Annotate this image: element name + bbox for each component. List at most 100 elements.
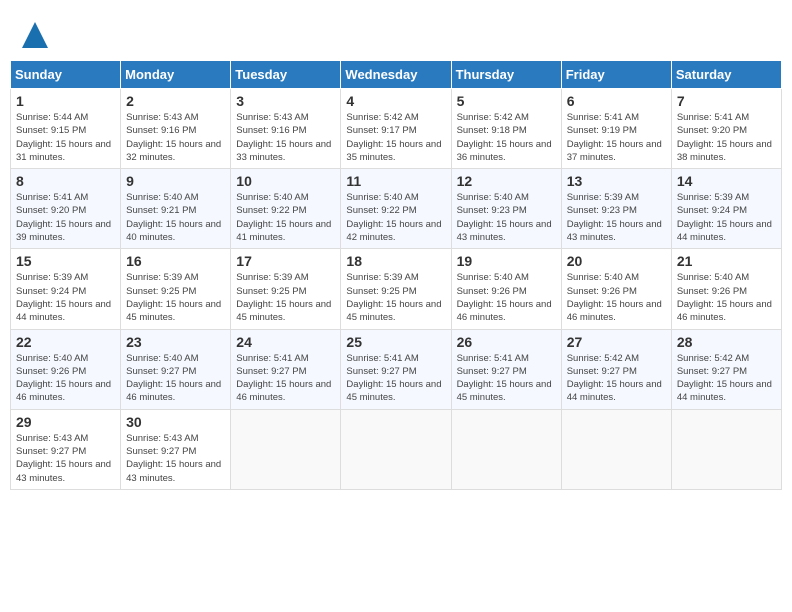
day-info: Sunrise: 5:43 AMSunset: 9:27 PMDaylight:… bbox=[126, 432, 225, 485]
calendar-cell: 8 Sunrise: 5:41 AMSunset: 9:20 PMDaylight… bbox=[11, 169, 121, 249]
calendar-cell: 11 Sunrise: 5:40 AMSunset: 9:22 PMDayligh… bbox=[341, 169, 451, 249]
day-number: 16 bbox=[126, 253, 225, 269]
day-info: Sunrise: 5:40 AMSunset: 9:26 PMDaylight:… bbox=[567, 271, 666, 324]
day-number: 1 bbox=[16, 93, 115, 109]
calendar-cell: 1 Sunrise: 5:44 AMSunset: 9:15 PMDaylight… bbox=[11, 89, 121, 169]
calendar-cell: 22 Sunrise: 5:40 AMSunset: 9:26 PMDayligh… bbox=[11, 329, 121, 409]
calendar-cell: 4 Sunrise: 5:42 AMSunset: 9:17 PMDaylight… bbox=[341, 89, 451, 169]
weekday-header-monday: Monday bbox=[121, 61, 231, 89]
calendar-cell: 2 Sunrise: 5:43 AMSunset: 9:16 PMDaylight… bbox=[121, 89, 231, 169]
day-info: Sunrise: 5:39 AMSunset: 9:25 PMDaylight:… bbox=[126, 271, 225, 324]
day-number: 20 bbox=[567, 253, 666, 269]
day-info: Sunrise: 5:41 AMSunset: 9:20 PMDaylight:… bbox=[16, 191, 115, 244]
day-number: 19 bbox=[457, 253, 556, 269]
day-info: Sunrise: 5:42 AMSunset: 9:17 PMDaylight:… bbox=[346, 111, 445, 164]
calendar-cell: 14Sunrise: 5:39 AMSunset: 9:24 PMDayligh… bbox=[671, 169, 781, 249]
day-number: 30 bbox=[126, 414, 225, 430]
day-info: Sunrise: 5:41 AMSunset: 9:27 PMDaylight:… bbox=[346, 352, 445, 405]
calendar-cell: 10 Sunrise: 5:40 AMSunset: 9:22 PMDayligh… bbox=[231, 169, 341, 249]
calendar-cell: 19 Sunrise: 5:40 AMSunset: 9:26 PMDayligh… bbox=[451, 249, 561, 329]
calendar-cell: 16 Sunrise: 5:39 AMSunset: 9:25 PMDayligh… bbox=[121, 249, 231, 329]
page-header bbox=[10, 10, 782, 55]
day-number: 21 bbox=[677, 253, 776, 269]
calendar-cell: 6 Sunrise: 5:41 AMSunset: 9:19 PMDaylight… bbox=[561, 89, 671, 169]
calendar-cell: 30 Sunrise: 5:43 AMSunset: 9:27 PMDayligh… bbox=[121, 409, 231, 489]
weekday-header-tuesday: Tuesday bbox=[231, 61, 341, 89]
day-number: 17 bbox=[236, 253, 335, 269]
calendar-cell: 18 Sunrise: 5:39 AMSunset: 9:25 PMDayligh… bbox=[341, 249, 451, 329]
weekday-header-wednesday: Wednesday bbox=[341, 61, 451, 89]
day-number: 4 bbox=[346, 93, 445, 109]
weekday-header-friday: Friday bbox=[561, 61, 671, 89]
day-info: Sunrise: 5:39 AMSunset: 9:24 PMDaylight:… bbox=[677, 191, 776, 244]
calendar-cell bbox=[561, 409, 671, 489]
calendar-cell bbox=[671, 409, 781, 489]
calendar-cell: 27 Sunrise: 5:42 AMSunset: 9:27 PMDayligh… bbox=[561, 329, 671, 409]
day-info: Sunrise: 5:39 AMSunset: 9:23 PMDaylight:… bbox=[567, 191, 666, 244]
day-info: Sunrise: 5:43 AMSunset: 9:16 PMDaylight:… bbox=[126, 111, 225, 164]
day-number: 3 bbox=[236, 93, 335, 109]
weekday-header-thursday: Thursday bbox=[451, 61, 561, 89]
calendar-cell: 25 Sunrise: 5:41 AMSunset: 9:27 PMDayligh… bbox=[341, 329, 451, 409]
day-info: Sunrise: 5:39 AMSunset: 9:24 PMDaylight:… bbox=[16, 271, 115, 324]
weekday-header-saturday: Saturday bbox=[671, 61, 781, 89]
day-number: 8 bbox=[16, 173, 115, 189]
day-info: Sunrise: 5:42 AMSunset: 9:27 PMDaylight:… bbox=[567, 352, 666, 405]
weekday-header-sunday: Sunday bbox=[11, 61, 121, 89]
day-info: Sunrise: 5:41 AMSunset: 9:19 PMDaylight:… bbox=[567, 111, 666, 164]
calendar-cell bbox=[231, 409, 341, 489]
day-number: 18 bbox=[346, 253, 445, 269]
calendar-cell: 24 Sunrise: 5:41 AMSunset: 9:27 PMDayligh… bbox=[231, 329, 341, 409]
day-info: Sunrise: 5:39 AMSunset: 9:25 PMDaylight:… bbox=[346, 271, 445, 324]
calendar-cell: 12 Sunrise: 5:40 AMSunset: 9:23 PMDayligh… bbox=[451, 169, 561, 249]
day-number: 15 bbox=[16, 253, 115, 269]
day-number: 5 bbox=[457, 93, 556, 109]
calendar-cell: 26 Sunrise: 5:41 AMSunset: 9:27 PMDayligh… bbox=[451, 329, 561, 409]
day-info: Sunrise: 5:40 AMSunset: 9:26 PMDaylight:… bbox=[16, 352, 115, 405]
calendar-cell: 9 Sunrise: 5:40 AMSunset: 9:21 PMDaylight… bbox=[121, 169, 231, 249]
calendar-cell: 23Sunrise: 5:40 AMSunset: 9:27 PMDayligh… bbox=[121, 329, 231, 409]
day-number: 22 bbox=[16, 334, 115, 350]
day-number: 13 bbox=[567, 173, 666, 189]
calendar-cell: 21 Sunrise: 5:40 AMSunset: 9:26 PMDayligh… bbox=[671, 249, 781, 329]
day-info: Sunrise: 5:41 AMSunset: 9:27 PMDaylight:… bbox=[457, 352, 556, 405]
calendar-cell: 20 Sunrise: 5:40 AMSunset: 9:26 PMDayligh… bbox=[561, 249, 671, 329]
day-info: Sunrise: 5:40 AMSunset: 9:26 PMDaylight:… bbox=[677, 271, 776, 324]
calendar-cell: 15 Sunrise: 5:39 AMSunset: 9:24 PMDayligh… bbox=[11, 249, 121, 329]
day-number: 7 bbox=[677, 93, 776, 109]
calendar-cell bbox=[451, 409, 561, 489]
calendar-cell: 17Sunrise: 5:39 AMSunset: 9:25 PMDayligh… bbox=[231, 249, 341, 329]
calendar-cell bbox=[341, 409, 451, 489]
day-number: 25 bbox=[346, 334, 445, 350]
day-number: 9 bbox=[126, 173, 225, 189]
day-info: Sunrise: 5:43 AMSunset: 9:16 PMDaylight:… bbox=[236, 111, 335, 164]
day-info: Sunrise: 5:40 AMSunset: 9:21 PMDaylight:… bbox=[126, 191, 225, 244]
calendar-cell: 3 Sunrise: 5:43 AMSunset: 9:16 PMDaylight… bbox=[231, 89, 341, 169]
day-info: Sunrise: 5:40 AMSunset: 9:22 PMDaylight:… bbox=[346, 191, 445, 244]
day-info: Sunrise: 5:40 AMSunset: 9:27 PMDaylight:… bbox=[126, 352, 225, 405]
calendar-cell: 28 Sunrise: 5:42 AMSunset: 9:27 PMDayligh… bbox=[671, 329, 781, 409]
day-number: 26 bbox=[457, 334, 556, 350]
day-info: Sunrise: 5:41 AMSunset: 9:27 PMDaylight:… bbox=[236, 352, 335, 405]
day-number: 24 bbox=[236, 334, 335, 350]
day-info: Sunrise: 5:43 AMSunset: 9:27 PMDaylight:… bbox=[16, 432, 115, 485]
calendar-cell: 5Sunrise: 5:42 AMSunset: 9:18 PMDaylight… bbox=[451, 89, 561, 169]
day-info: Sunrise: 5:41 AMSunset: 9:20 PMDaylight:… bbox=[677, 111, 776, 164]
day-info: Sunrise: 5:42 AMSunset: 9:27 PMDaylight:… bbox=[677, 352, 776, 405]
day-number: 27 bbox=[567, 334, 666, 350]
day-info: Sunrise: 5:40 AMSunset: 9:23 PMDaylight:… bbox=[457, 191, 556, 244]
logo-icon bbox=[20, 20, 50, 50]
day-number: 2 bbox=[126, 93, 225, 109]
day-info: Sunrise: 5:44 AMSunset: 9:15 PMDaylight:… bbox=[16, 111, 115, 164]
day-number: 10 bbox=[236, 173, 335, 189]
day-number: 28 bbox=[677, 334, 776, 350]
logo bbox=[20, 20, 52, 50]
day-number: 12 bbox=[457, 173, 556, 189]
day-number: 11 bbox=[346, 173, 445, 189]
day-info: Sunrise: 5:40 AMSunset: 9:22 PMDaylight:… bbox=[236, 191, 335, 244]
calendar-table: SundayMondayTuesdayWednesdayThursdayFrid… bbox=[10, 60, 782, 490]
day-number: 6 bbox=[567, 93, 666, 109]
day-number: 29 bbox=[16, 414, 115, 430]
calendar-cell: 7 Sunrise: 5:41 AMSunset: 9:20 PMDaylight… bbox=[671, 89, 781, 169]
day-info: Sunrise: 5:40 AMSunset: 9:26 PMDaylight:… bbox=[457, 271, 556, 324]
